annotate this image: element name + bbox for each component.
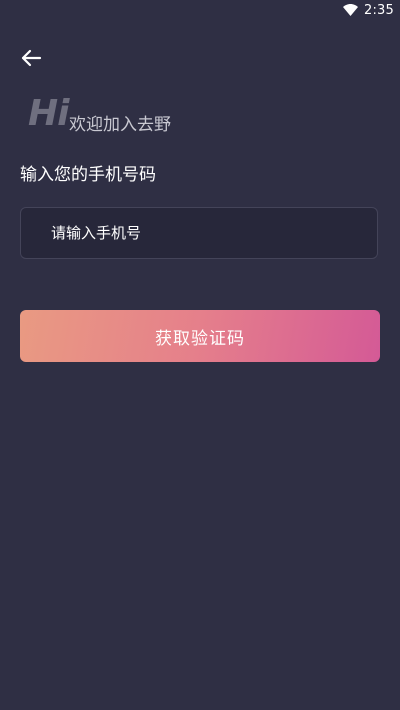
welcome-banner: Hi 欢迎加入去野: [28, 94, 328, 142]
back-button[interactable]: [17, 48, 45, 72]
get-code-label: 获取验证码: [155, 328, 245, 349]
status-bar: 2:35: [0, 0, 400, 22]
phone-field[interactable]: [20, 207, 378, 259]
status-indicators: 2:35: [343, 2, 394, 18]
get-code-button[interactable]: 获取验证码: [20, 310, 380, 362]
wifi-icon: [343, 4, 358, 16]
login-screen: 2:35 Hi 欢迎加入去野 输入您的手机号码 获取验证码: [0, 0, 400, 710]
welcome-text: 欢迎加入去野: [69, 115, 171, 135]
status-time: 2:35: [364, 2, 394, 18]
hi-logo: Hi: [28, 93, 69, 134]
phone-input[interactable]: [21, 208, 377, 258]
phone-label: 输入您的手机号码: [20, 165, 156, 185]
arrow-left-icon: [20, 49, 42, 71]
